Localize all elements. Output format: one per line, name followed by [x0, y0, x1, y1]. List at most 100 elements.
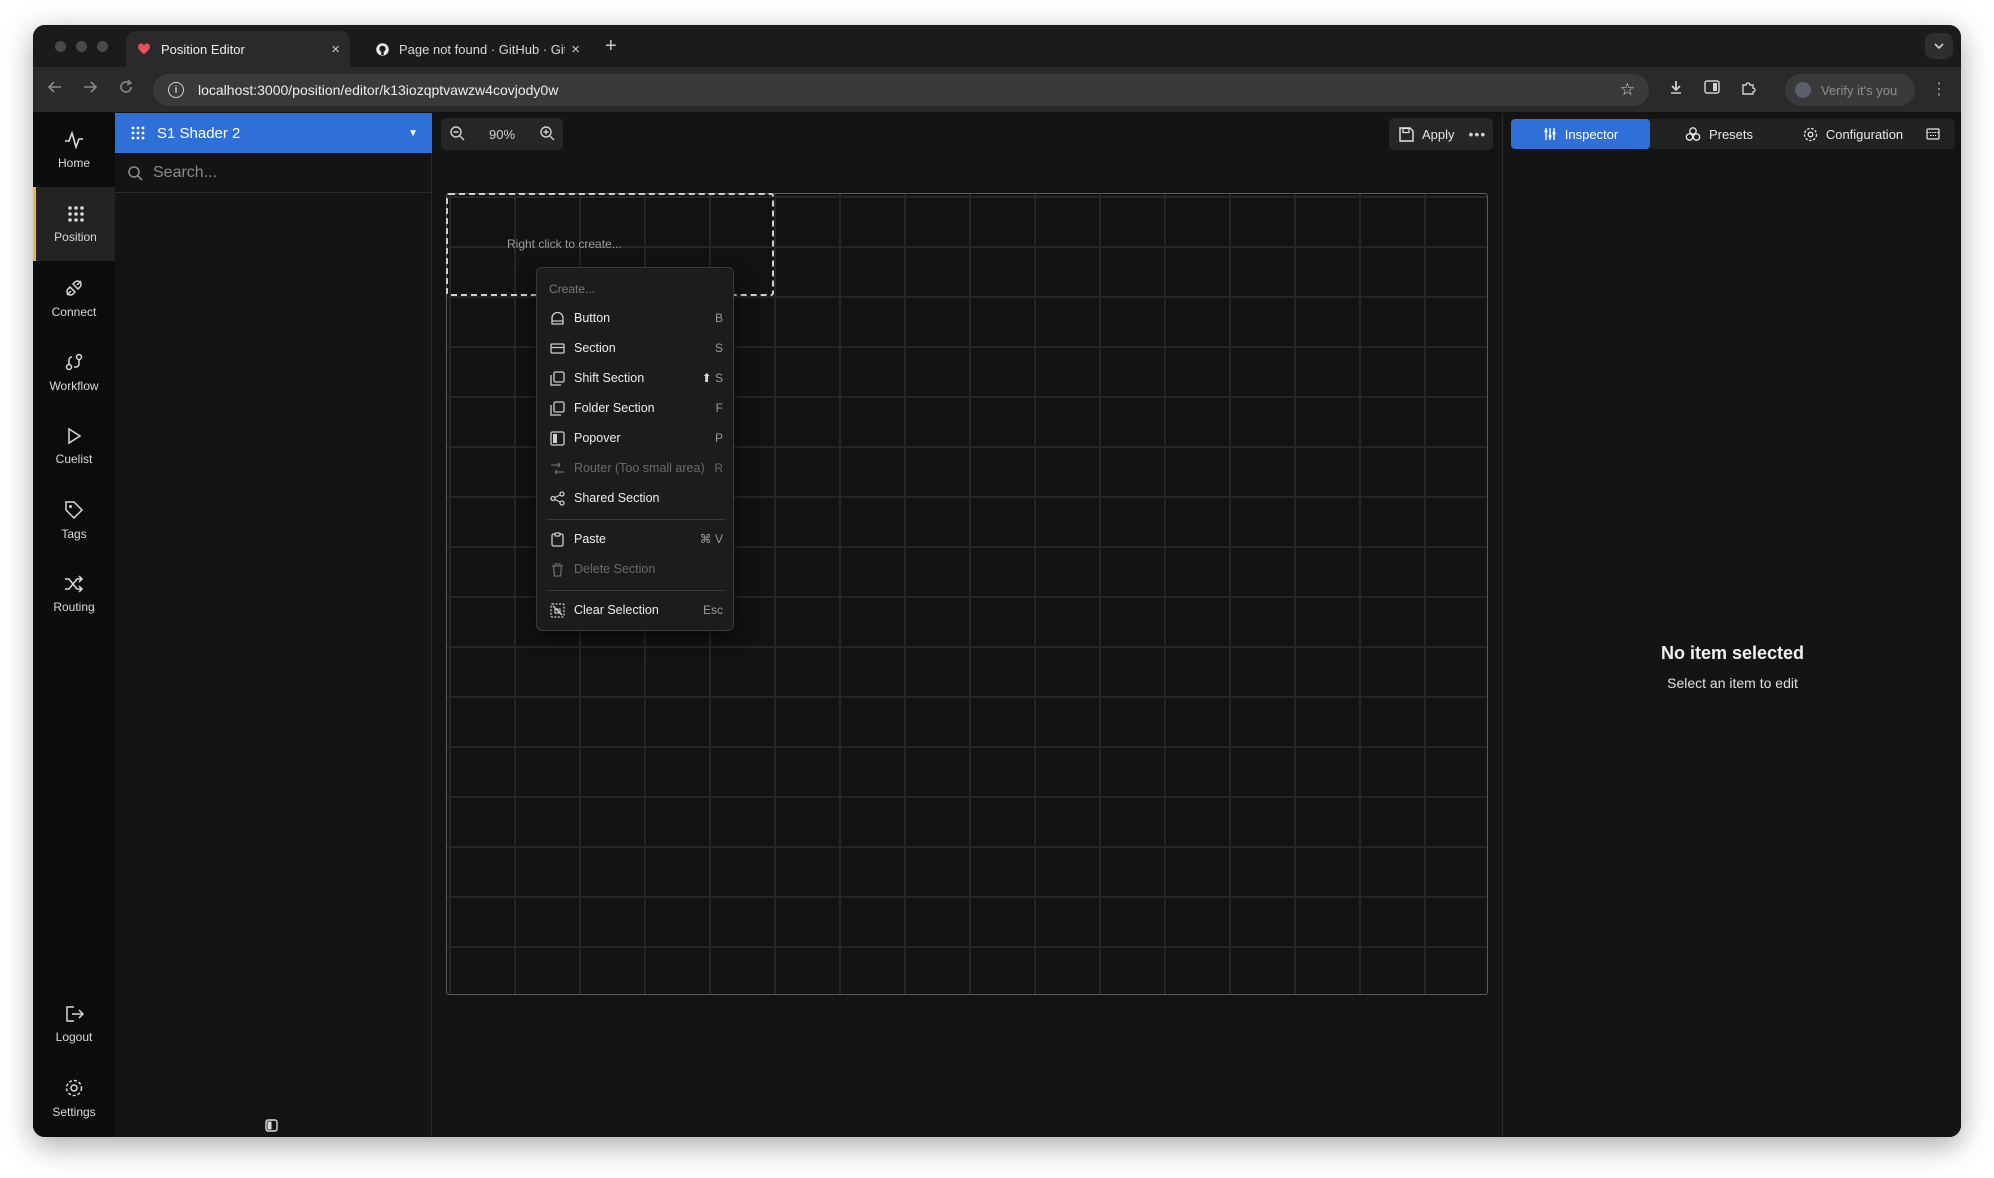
- panel-layout-icon: [1925, 128, 1940, 140]
- gear-icon: [1803, 127, 1817, 141]
- sidepanel-icon[interactable]: [1704, 80, 1720, 98]
- menu-item-paste[interactable]: Paste ⌘ V: [537, 524, 735, 554]
- menu-item-section[interactable]: Section S: [537, 333, 735, 363]
- nav-routing[interactable]: Routing: [33, 557, 115, 631]
- empty-state-subtitle: Select an item to edit: [1667, 675, 1798, 691]
- share-icon: [550, 490, 565, 506]
- nav-routing-label: Routing: [53, 599, 95, 614]
- panel-layout-toggle[interactable]: [1918, 119, 1955, 149]
- layout-selector[interactable]: S1 Shader 2 ▼: [115, 113, 432, 153]
- tab-title: Position Editor: [161, 41, 245, 57]
- zoom-controls: 90%: [441, 118, 563, 150]
- nav-settings[interactable]: Settings: [33, 1061, 115, 1135]
- address-bar[interactable]: i localhost:3000/position/editor/k13iozq…: [153, 74, 1649, 106]
- grid-dots-icon: [131, 126, 145, 140]
- tab-strip: Position Editor × Page not found · GitHu…: [33, 25, 1961, 67]
- menu-item-label: Shared Section: [574, 491, 660, 505]
- search-box: [115, 153, 432, 193]
- zoom-in-icon[interactable]: [539, 125, 555, 144]
- verify-label: Verify it's you: [1821, 82, 1898, 98]
- menu-item-label: Popover: [574, 431, 621, 445]
- menu-item-label: Button: [574, 311, 611, 325]
- minimize-window-button[interactable]: [76, 41, 87, 52]
- shift-arrow-icon: ⬆: [701, 371, 712, 385]
- menu-item-folder-section[interactable]: Folder Section F: [537, 393, 735, 423]
- new-tab-button[interactable]: +: [605, 35, 617, 58]
- collapse-sidebar-icon[interactable]: [265, 1119, 278, 1137]
- grid-dots-icon: [67, 205, 84, 222]
- forward-icon[interactable]: [83, 79, 98, 99]
- menu-item-popover[interactable]: Popover P: [537, 423, 735, 453]
- nav-workflow-label: Workflow: [49, 378, 99, 393]
- layout-sidebar: S1 Shader 2 ▼: [115, 113, 432, 1137]
- stacked-squares-icon: [550, 400, 565, 416]
- browser-menu-icon[interactable]: ⋮: [1931, 79, 1947, 99]
- nav-connect-label: Connect: [51, 304, 97, 319]
- nav-workflow[interactable]: Workflow: [33, 335, 115, 409]
- tab-close-button[interactable]: ×: [331, 41, 340, 58]
- back-icon[interactable]: [47, 79, 62, 99]
- menu-item-label: Paste: [574, 532, 606, 546]
- tab-presets[interactable]: Presets: [1650, 119, 1788, 149]
- menu-item-shared-section[interactable]: Shared Section: [537, 483, 735, 513]
- presets-icon: [1685, 127, 1701, 141]
- router-icon: [551, 462, 564, 474]
- menu-divider: [547, 590, 725, 591]
- bookmark-star-icon[interactable]: ☆: [1620, 80, 1635, 100]
- menu-item-delete-section: Delete Section: [537, 554, 735, 584]
- more-options-icon[interactable]: •••: [1469, 126, 1487, 142]
- tab-search-button[interactable]: [1925, 33, 1953, 59]
- sliders-icon: [1544, 128, 1556, 140]
- caret-down-icon: ▼: [408, 127, 418, 139]
- browser-window: Position Editor × Page not found · GitHu…: [33, 25, 1961, 1137]
- panel-tabs: Inspector Presets Configuration: [1511, 119, 1955, 149]
- tab-title: Page not found · GitHub · GitH: [399, 41, 566, 57]
- tab-configuration[interactable]: Configuration: [1788, 119, 1918, 149]
- url-text[interactable]: localhost:3000/position/editor/k13iozqpt…: [198, 82, 1620, 98]
- nav-connect[interactable]: Connect: [33, 261, 115, 335]
- nav-home[interactable]: Home: [33, 113, 115, 187]
- tab-inspector[interactable]: Inspector: [1511, 119, 1650, 149]
- shortcut-hint: ⌘ V: [699, 532, 723, 546]
- tab-github[interactable]: Page not found · GitHub · GitH ×: [364, 31, 590, 67]
- nav-rail: Home Position Connect Workflow Cuelist T…: [33, 113, 115, 1137]
- tab-close-button[interactable]: ×: [571, 41, 580, 58]
- nav-tags[interactable]: Tags: [33, 483, 115, 557]
- menu-item-shift-section[interactable]: Shift Section ⬆ S: [537, 363, 735, 393]
- menu-item-button[interactable]: Button B: [537, 303, 735, 333]
- tab-inspector-label: Inspector: [1564, 126, 1619, 142]
- site-info-icon[interactable]: i: [168, 82, 184, 98]
- nav-logout[interactable]: Logout: [33, 987, 115, 1061]
- inspector-panel: Inspector Presets Configuration No item …: [1502, 113, 1961, 1137]
- zoom-out-icon[interactable]: [449, 125, 465, 144]
- shortcut-hint: S: [714, 341, 723, 355]
- download-icon[interactable]: [1670, 80, 1682, 98]
- nav-cuelist-label: Cuelist: [55, 451, 93, 466]
- tag-icon: [65, 500, 84, 519]
- nav-position-label: Position: [54, 229, 97, 244]
- menu-item-clear-selection[interactable]: Clear Selection Esc: [537, 595, 735, 625]
- heart-icon: [136, 41, 152, 57]
- profile-verify-chip[interactable]: Verify it's you: [1785, 74, 1915, 106]
- section-icon: [550, 342, 565, 354]
- nav-settings-label: Settings: [52, 1104, 96, 1119]
- reload-icon[interactable]: [119, 79, 133, 99]
- apply-button[interactable]: Apply: [1422, 127, 1455, 142]
- shuffle-icon: [65, 574, 84, 593]
- close-window-button[interactable]: [55, 41, 66, 52]
- extensions-icon[interactable]: [1740, 80, 1756, 100]
- nav-position[interactable]: Position: [33, 187, 115, 261]
- empty-state-title: No item selected: [1660, 643, 1805, 663]
- zoom-window-button[interactable]: [97, 41, 108, 52]
- menu-item-label: Clear Selection: [574, 603, 659, 617]
- logout-icon: [66, 1005, 84, 1022]
- search-input[interactable]: [153, 163, 413, 182]
- shortcut-hint: P: [714, 431, 723, 445]
- window-controls: [55, 41, 108, 52]
- nav-cuelist[interactable]: Cuelist: [33, 409, 115, 483]
- menu-item-label: Delete Section: [574, 562, 656, 576]
- tab-position-editor[interactable]: Position Editor ×: [126, 31, 350, 67]
- button-icon: [551, 311, 564, 325]
- clipboard-icon: [551, 531, 564, 547]
- tab-configuration-label: Configuration: [1825, 126, 1904, 142]
